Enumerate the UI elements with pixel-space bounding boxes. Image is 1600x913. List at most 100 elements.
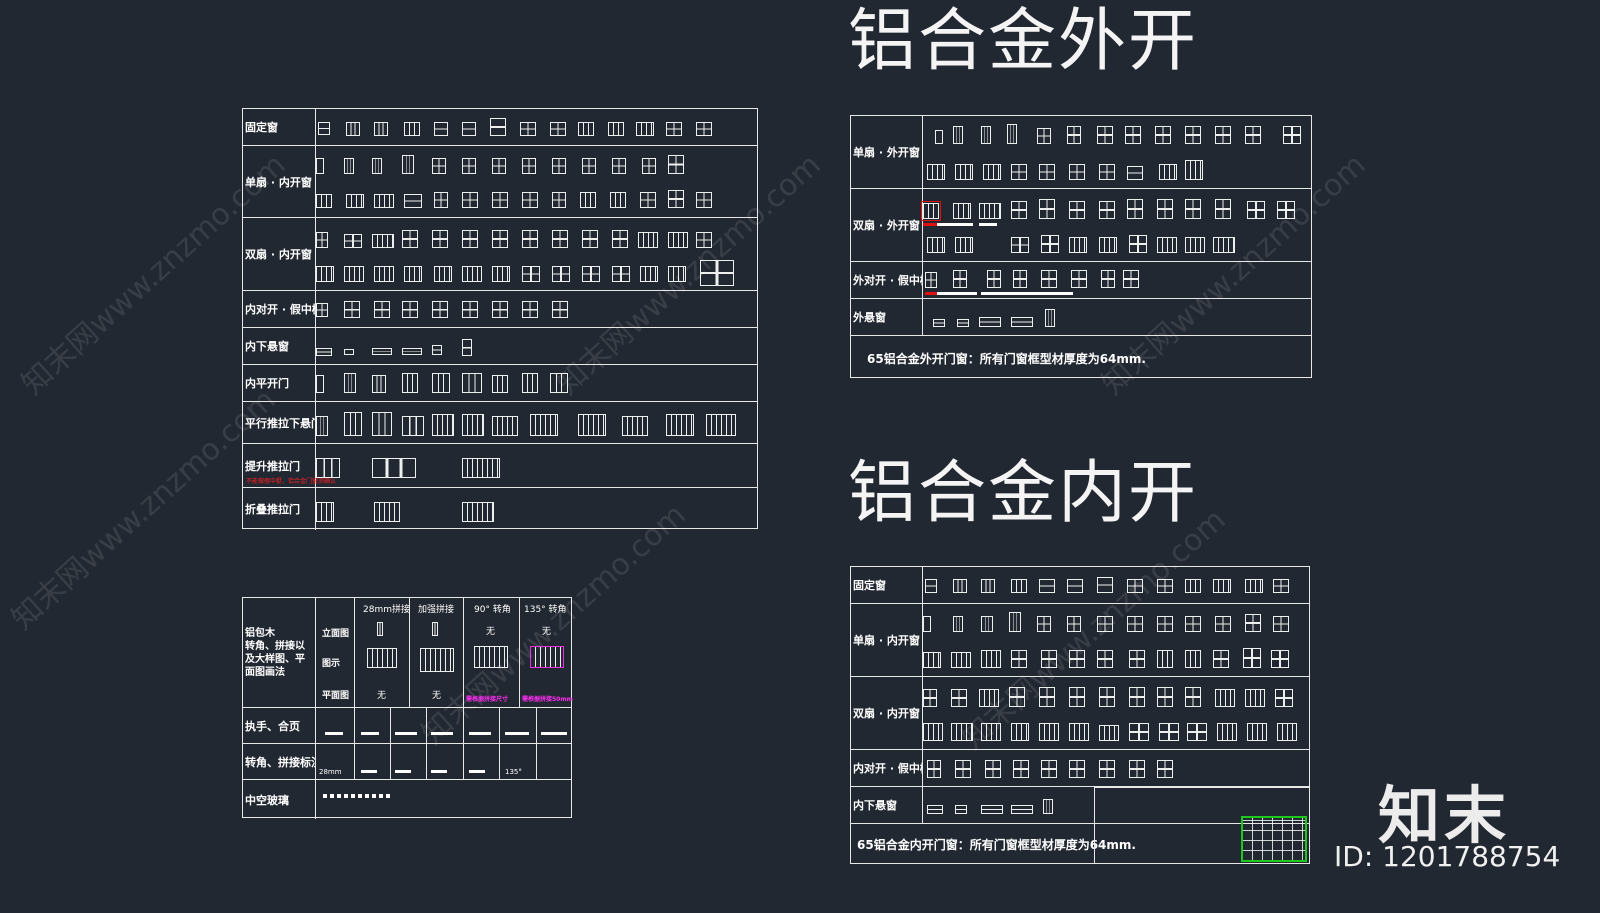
window-elevation-icon: [316, 416, 328, 436]
window-elevation-icon: [1187, 723, 1207, 741]
icon-strip: [316, 146, 757, 217]
col-header: 28mm拼接: [363, 605, 410, 615]
table-row: 提升推拉门 不能做假中梃，铝合金门窗须确认: [243, 444, 757, 488]
window-elevation-icon: [640, 192, 656, 208]
window-elevation-icon: [462, 414, 484, 436]
window-elevation-icon: [492, 301, 508, 318]
table-row: 中空玻璃: [243, 780, 571, 819]
window-elevation-icon: [927, 760, 941, 778]
window-elevation-icon: [696, 232, 712, 248]
icon-strip: [316, 218, 757, 290]
window-elevation-icon: [933, 319, 945, 327]
window-elevation-icon: [432, 230, 448, 248]
window-elevation-icon: [981, 616, 993, 632]
window-elevation-icon: [1159, 164, 1177, 180]
table-row: 执手、合页: [243, 708, 571, 744]
window-elevation-icon: [1069, 723, 1089, 741]
window-elevation-icon: [1097, 616, 1113, 632]
window-elevation-icon: [372, 234, 394, 248]
detail-table: 铝包木 转角、拼接以 及大样图、平 面图画法 立面图 图示 平面图 28mm拼接…: [242, 597, 573, 819]
window-elevation-icon: [1099, 725, 1119, 741]
window-elevation-icon: [1045, 309, 1055, 327]
window-elevation-icon: [1243, 648, 1261, 668]
window-elevation-icon: [462, 122, 476, 136]
window-elevation-icon: [1011, 237, 1029, 253]
table-row: 转角、拼接标注 28mm 135°: [243, 744, 571, 780]
window-elevation-icon: [668, 190, 684, 208]
detail-col: 135° 转角 无 需根据拼接50mm: [519, 598, 573, 707]
row-label: 执手、合页: [243, 708, 316, 743]
table-row: 单扇 · 内开窗: [851, 604, 1309, 677]
window-elevation-icon: [316, 502, 334, 522]
window-elevation-icon: [1097, 650, 1113, 668]
row-label: 内下悬窗: [243, 328, 316, 364]
table-row: 固定窗: [243, 109, 757, 146]
window-elevation-icon: [1099, 237, 1117, 253]
window-elevation-icon: [925, 272, 937, 288]
window-elevation-icon: [608, 122, 624, 136]
window-elevation-icon: [1127, 579, 1143, 593]
window-elevation-icon: [1099, 760, 1115, 778]
window-elevation-icon: [344, 301, 360, 318]
window-elevation-icon: [923, 689, 937, 707]
window-elevation-icon: [953, 616, 963, 632]
window-elevation-icon: [1185, 126, 1201, 144]
window-elevation-icon: [1071, 270, 1087, 288]
icon-strip: [316, 444, 757, 487]
window-elevation-icon: [1123, 270, 1139, 288]
row-label: 双扇 · 内开窗: [243, 218, 316, 290]
window-elevation-icon: [1247, 723, 1267, 741]
row-label: 转角、拼接标注: [243, 744, 316, 779]
detail-main-label: 铝包木 转角、拼接以 及大样图、平 面图画法: [243, 598, 316, 707]
dimension-bar: [431, 770, 447, 773]
glass-spec-line: [323, 794, 393, 798]
icon-strip: [316, 365, 757, 401]
pink-note: 需根据拼接50mm: [522, 696, 573, 703]
window-elevation-icon: [1129, 650, 1145, 668]
window-elevation-icon: [1041, 650, 1057, 668]
table-row: 65铝合金外开门窗：所有门窗框型材厚度为64mm.: [851, 336, 1311, 379]
table-row: 内对开 · 假中梃: [243, 291, 757, 328]
table-row: 内平开门: [243, 365, 757, 402]
dimension-bar: [431, 732, 453, 735]
window-elevation-icon: [706, 414, 736, 436]
window-elevation-icon: [1127, 166, 1143, 180]
table-row: 固定窗: [851, 567, 1309, 604]
dimension-bar: [937, 292, 977, 295]
window-elevation-icon: [955, 760, 971, 778]
row-label: 内平开门: [243, 365, 316, 401]
window-elevation-icon: [1041, 270, 1057, 288]
window-elevation-icon: [1009, 687, 1025, 707]
sub-label: 图示: [322, 659, 341, 669]
window-elevation-icon: [923, 203, 939, 219]
table-row: 外对开 · 假中梃: [851, 262, 1311, 299]
window-elevation-icon: [1273, 616, 1289, 632]
window-elevation-icon: [1245, 126, 1261, 144]
window-elevation-icon: [492, 416, 518, 436]
window-elevation-icon: [316, 303, 328, 317]
cell-divider: [463, 744, 464, 779]
window-elevation-icon: [404, 194, 422, 208]
row-label: 外对开 · 假中梃: [851, 262, 923, 298]
window-elevation-icon: [582, 158, 596, 174]
pink-note: 需根据拼接尺寸: [466, 696, 509, 703]
window-elevation-icon: [344, 349, 354, 355]
col-header: 加强拼接: [418, 605, 455, 615]
window-elevation-icon: [1157, 199, 1173, 219]
window-elevation-icon: [953, 270, 967, 288]
window-elevation-icon: [490, 118, 506, 136]
icon-strip: [923, 750, 1309, 786]
window-elevation-icon: [578, 414, 606, 436]
window-elevation-icon: [1011, 201, 1027, 219]
window-elevation-icon: [402, 301, 418, 318]
window-elevation-icon: [372, 158, 382, 174]
window-elevation-icon: [1039, 723, 1059, 741]
row-label: 外悬窗: [851, 299, 923, 335]
sub-label-column: 立面图 图示 平面图: [316, 598, 355, 707]
window-elevation-icon: [552, 301, 568, 318]
icon-strip: [923, 299, 1311, 335]
window-elevation-icon: [696, 192, 712, 208]
window-elevation-icon: [316, 158, 324, 174]
table-row: 内对开 · 假中梃: [851, 750, 1309, 787]
window-elevation-icon: [530, 646, 564, 668]
